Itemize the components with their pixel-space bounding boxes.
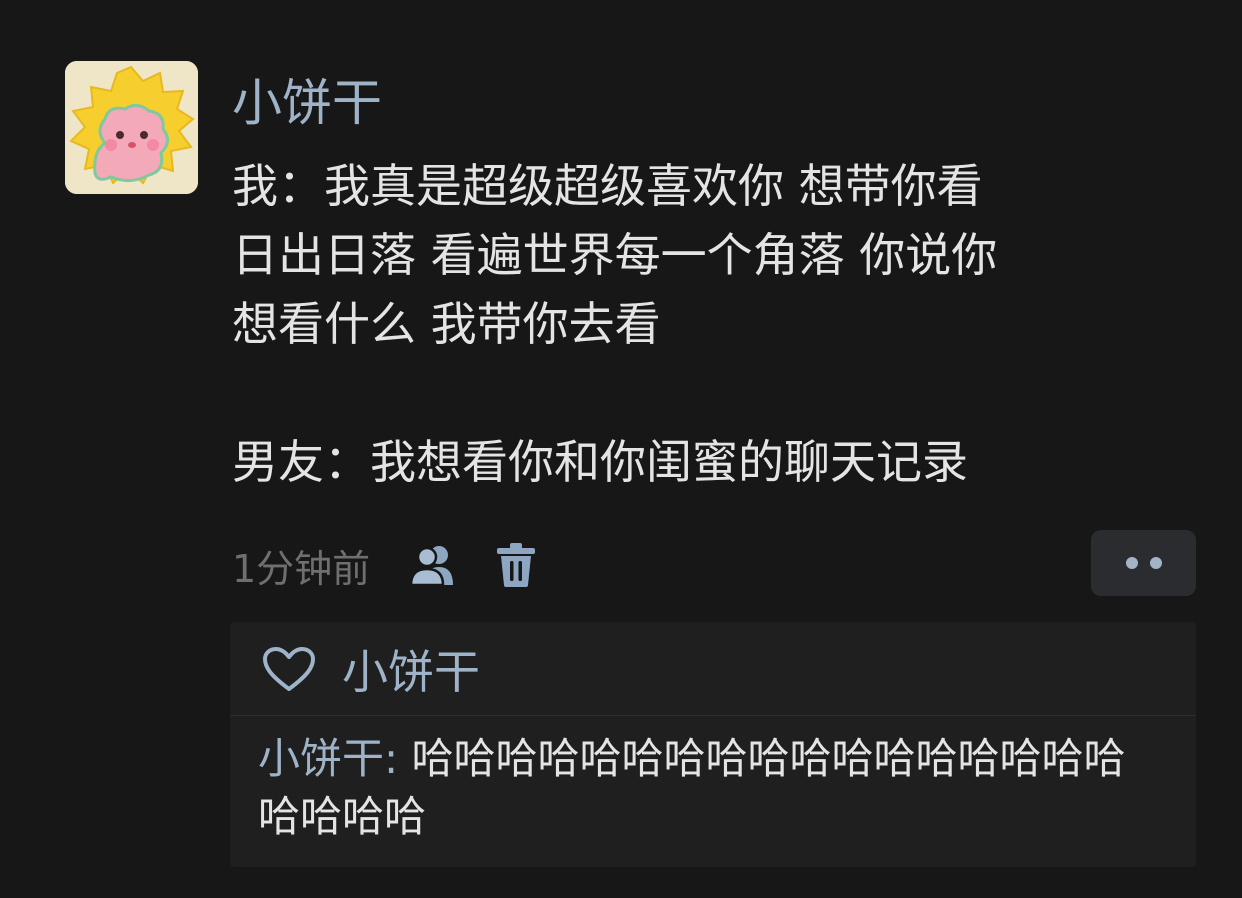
- post-content: 我：我真是超级超级喜欢你 想带你看 日出日落 看遍世界每一个角落 你说你 想看什…: [232, 152, 1192, 497]
- comment-item[interactable]: 小饼干: 哈哈哈哈哈哈哈哈哈哈哈哈哈哈哈哈哈哈哈哈哈: [230, 716, 1196, 846]
- more-dots-icon: [1149, 557, 1162, 569]
- people-icon[interactable]: [408, 539, 460, 591]
- avatar[interactable]: [65, 61, 198, 194]
- timestamp: 1分钟前: [232, 546, 371, 591]
- heart-icon[interactable]: [262, 646, 316, 692]
- post-line: 我：我真是超级超级喜欢你 想带你看: [232, 159, 983, 213]
- likes-row: 小饼干: [230, 622, 1196, 716]
- liker-name[interactable]: 小饼干: [342, 636, 480, 702]
- comment-author[interactable]: 小饼干: [258, 734, 384, 783]
- post-username[interactable]: 小饼干: [232, 70, 382, 136]
- more-button[interactable]: [1091, 530, 1196, 596]
- post-meta: 1分钟前: [232, 535, 542, 595]
- post-line: 想看什么 我带你去看: [232, 297, 661, 351]
- trash-icon[interactable]: [490, 539, 542, 591]
- comment-separator: :: [384, 734, 412, 783]
- avatar-cartoon-icon: [65, 61, 198, 194]
- more-dots-icon: [1125, 557, 1138, 569]
- post-line: 男友：我想看你和你闺蜜的聊天记录: [232, 435, 968, 489]
- interaction-panel: 小饼干 小饼干: 哈哈哈哈哈哈哈哈哈哈哈哈哈哈哈哈哈哈哈哈哈: [230, 622, 1196, 867]
- post-line: 日出日落 看遍世界每一个角落 你说你: [232, 228, 998, 282]
